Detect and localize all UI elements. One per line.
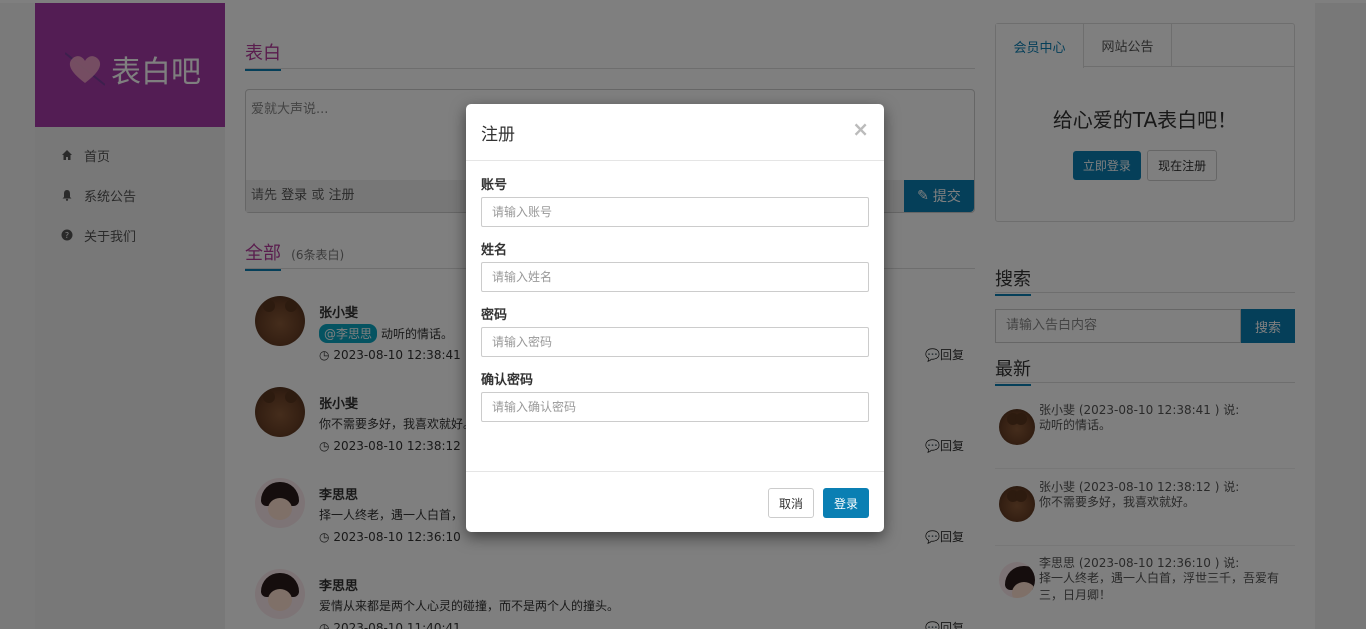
password-input[interactable] xyxy=(481,327,869,357)
name-label: 姓名 xyxy=(481,243,508,258)
confirm-password-input[interactable] xyxy=(481,392,869,422)
cancel-button[interactable]: 取消 xyxy=(768,488,814,518)
modal-header: 注册 × xyxy=(466,104,884,161)
register-modal: 注册 × 账号 姓名 密码 确认密码 取消 登录 xyxy=(466,104,884,532)
account-field-group: 账号 xyxy=(481,174,869,227)
password-label: 密码 xyxy=(481,308,508,323)
close-icon[interactable]: × xyxy=(852,117,869,141)
login-button[interactable]: 登录 xyxy=(823,488,869,518)
confirm-password-label: 确认密码 xyxy=(481,373,534,388)
account-label: 账号 xyxy=(481,178,508,193)
password-field-group: 密码 xyxy=(481,304,869,357)
modal-footer: 取消 登录 xyxy=(466,471,884,532)
name-field-group: 姓名 xyxy=(481,239,869,292)
name-input[interactable] xyxy=(481,262,869,292)
confirm-password-field-group: 确认密码 xyxy=(481,369,869,422)
modal-title: 注册 xyxy=(481,125,515,145)
modal-body: 账号 姓名 密码 确认密码 xyxy=(481,174,869,434)
account-input[interactable] xyxy=(481,197,869,227)
